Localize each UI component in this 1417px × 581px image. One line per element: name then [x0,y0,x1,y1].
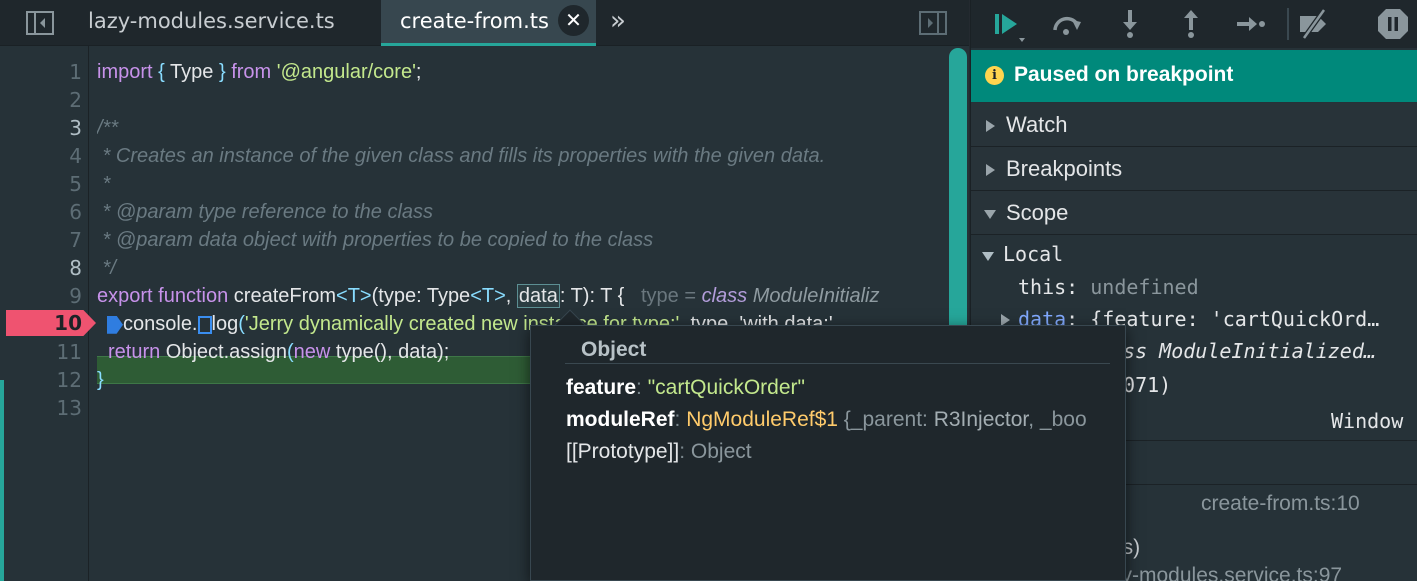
tab-create-from[interactable]: create-from.ts ✕ [381,0,596,46]
execution-arrow-icon [107,315,123,334]
tab-label: lazy-modules.service.ts [88,9,335,33]
line-number[interactable]: 5 [0,170,82,198]
section-title: Watch [1006,112,1068,137]
toolbar-divider [1287,8,1289,40]
line-number[interactable]: 6 [0,198,82,226]
line-number[interactable]: 13 [0,394,82,422]
deactivate-breakpoints-icon[interactable] [1296,6,1332,42]
paused-status: Paused on breakpoint [1014,63,1234,86]
tab-bar: lazy-modules.service.ts create-from.ts ✕… [0,0,969,46]
inline-breakpoint-icon[interactable] [197,315,212,334]
popover-property-moduleref[interactable]: moduleRef: NgModuleRef$1 {_parent: R3Inj… [566,404,1111,436]
more-tabs-chevron-icon[interactable]: » [610,0,640,46]
line-number[interactable]: 3 [0,114,82,142]
step-icon[interactable] [1233,6,1269,42]
line-number[interactable]: 11 [0,338,82,366]
line-number[interactable]: 1 [0,58,82,86]
scope-local-label: Local [1003,242,1064,266]
line-number[interactable]: 2 [0,86,82,114]
tab-label: create-from.ts [400,9,549,33]
expand-arrow-icon [986,120,995,132]
code-line-4: * Creates an instance of the given class… [97,145,826,167]
scope-var-type-value: ass ModuleInitialized… [1111,339,1376,363]
scope-global-window[interactable]: Window [1331,409,1403,433]
pause-on-exceptions-icon[interactable] [1375,6,1411,42]
scope-section-header[interactable]: Scope [971,191,1417,235]
collapse-arrow-icon [984,210,996,219]
debugger-toolbar [971,0,1417,48]
callstack-frame-location[interactable]: create-from.ts:10 [1201,492,1360,516]
popover-divider [565,363,1110,364]
toggle-debugger-icon[interactable] [918,8,948,38]
line-number[interactable]: 8 [0,254,82,282]
close-tab-icon[interactable]: ✕ [558,5,589,36]
step-over-icon[interactable] [1049,6,1085,42]
breakpoint-line-number: 10 [54,311,82,335]
line-number[interactable]: 7 [0,226,82,254]
info-icon: i [985,66,1004,85]
code-line-12: } [97,369,104,391]
tab-lazy-modules-service[interactable]: lazy-modules.service.ts [70,0,380,46]
resume-icon[interactable] [989,6,1025,42]
popover-property-feature[interactable]: feature: "cartQuickOrder" [566,372,1111,404]
breakpoint-marker[interactable]: 10 [6,310,96,336]
code-line-8: */ [97,257,116,279]
line-number[interactable]: 9 [0,282,82,310]
line-number[interactable]: 12 [0,366,82,394]
watch-section-header[interactable]: Watch [971,103,1417,147]
code-line-3: /** [97,117,119,139]
popover-property-prototype[interactable]: [[Prototype]]: Object [566,436,1111,468]
paused-banner: i Paused on breakpoint [971,50,1417,102]
section-title: Breakpoints [1006,156,1123,181]
object-preview-popover[interactable]: Object feature: "cartQuickOrder" moduleR… [530,325,1126,581]
code-line-7: * @param data object with properties to … [97,229,654,251]
toggle-navigator-icon[interactable] [25,8,55,38]
expand-arrow-icon [986,164,995,176]
inline-value-hint: type = class ModuleInitializ [640,285,880,307]
hovered-data-param[interactable]: data [516,284,560,308]
code-line-6: * @param type reference to the class [97,201,434,223]
line-number[interactable]: 4 [0,142,82,170]
step-into-icon[interactable] [1112,6,1148,42]
scroll-accent [0,380,4,581]
step-out-icon[interactable] [1173,6,1209,42]
section-title: Scope [1006,200,1069,225]
breakpoints-section-header[interactable]: Breakpoints [971,147,1417,191]
code-line-11: return Object.assign(new type(), data); [108,341,450,363]
collapse-arrow-icon [982,252,994,261]
editor-scrollbar[interactable] [949,48,967,338]
code-line-5: * [97,173,111,195]
popover-title: Object [581,338,647,361]
code-line-1: import { Type } from '@angular/core'; [97,61,422,83]
scope-var-this[interactable]: this: undefined [1018,275,1199,299]
code-line-9: export function createFrom<T>(type: Type… [97,284,880,308]
callstack-frame-location[interactable]: zy-modules.service.ts:97 [1111,564,1342,581]
